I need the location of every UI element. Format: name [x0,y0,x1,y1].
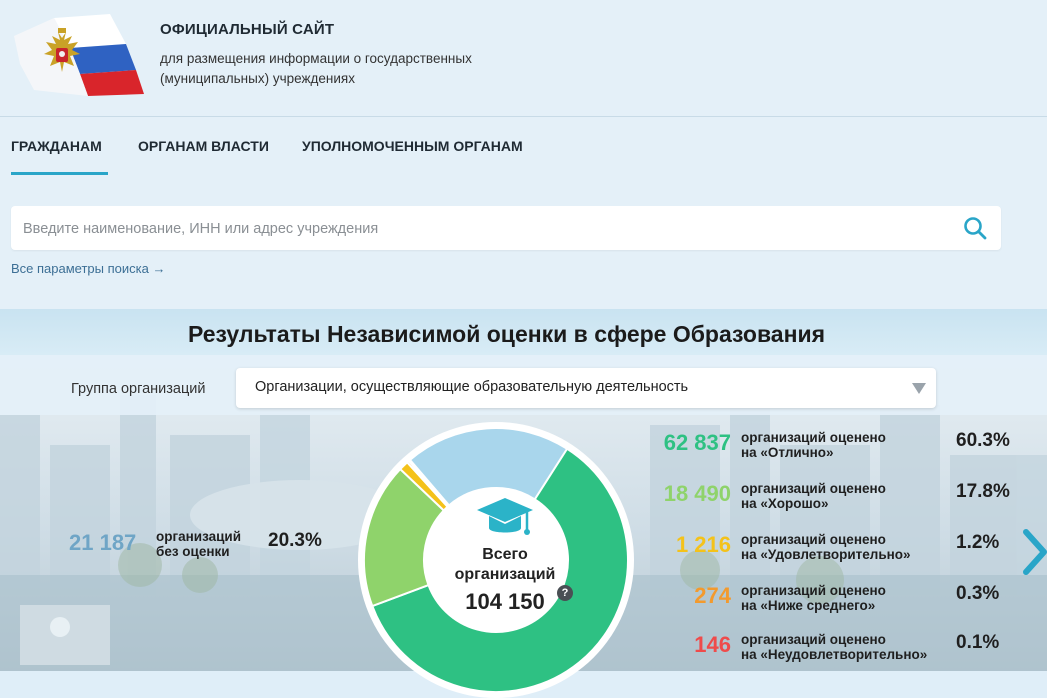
chevron-right-icon[interactable] [1020,528,1047,576]
rating-percent: 0.3% [956,583,1000,604]
advanced-search-link[interactable]: Все параметры поиска → [11,261,165,276]
tab-authorized-bodies[interactable]: УПОЛНОМОЧЕННЫМ ОРГАНАМ [302,138,523,154]
site-title: ОФИЦИАЛЬНЫЙ САЙТ [160,21,335,38]
unrated-percent: 20.3% [268,530,322,551]
rating-count: 18 490 [663,481,731,506]
question-icon[interactable]: ? [557,585,573,601]
results-banner: Результаты Независимой оценки в сфере Об… [0,309,1047,355]
dropdown-arrow-icon [912,383,926,394]
rating-count: 1 216 [675,532,731,557]
tab-citizens[interactable]: ГРАЖДАНАМ [11,138,102,154]
rating-count: 62 837 [663,430,731,455]
site-header: ОФИЦИАЛЬНЫЙ САЙТ для размещения информац… [0,0,1047,116]
group-select[interactable]: Организации, осуществляющие образователь… [236,368,936,408]
rating-text: организаций оценено на «Отлично» [741,430,886,460]
total-label: Всего организаций [454,546,556,583]
search-box [11,206,1001,252]
rating-text: организаций оценено на «Неудовлетворитель… [741,632,928,662]
unrated-count: 21 187 [69,530,137,555]
group-label: Группа организаций [71,381,206,397]
rating-text: организаций оценено на «Хорошо» [741,481,886,511]
rating-count: 274 [694,583,731,608]
search-input[interactable] [21,206,945,252]
rating-percent: 0.1% [956,632,1000,653]
rating-percent: 1.2% [956,532,1000,553]
filter-bar: Группа организаций Организации, осуществ… [0,355,1047,415]
rating-percent: 60.3% [956,430,1010,451]
group-select-value: Организации, осуществляющие образователь… [255,379,689,395]
search-area: Все параметры поиска → [0,177,1047,309]
rating-text: организаций оценено на «Ниже среднего» [741,583,886,613]
main-nav: ГРАЖДАНАМ ОРГАНАМ ВЛАСТИ УПОЛНОМОЧЕННЫМ … [0,117,1047,177]
rating-text: организаций оценено на «Удовлетворительно… [741,532,911,562]
site-subtitle: для размещения информации о государствен… [160,51,472,86]
results-title: Результаты Независимой оценки в сфере Об… [187,321,826,347]
rating-percent: 17.8% [956,481,1010,502]
search-icon[interactable] [963,216,987,240]
unrated-text: организаций без оценки [156,529,242,559]
graduation-cap-icon [477,498,533,535]
rating-count: 146 [694,632,731,657]
tab-authorities[interactable]: ОРГАНАМ ВЛАСТИ [138,138,269,154]
coat-of-arms-icon[interactable] [14,14,144,96]
total-summary: Всего организаций 104 150 [425,545,585,615]
active-tab-indicator [11,172,108,175]
